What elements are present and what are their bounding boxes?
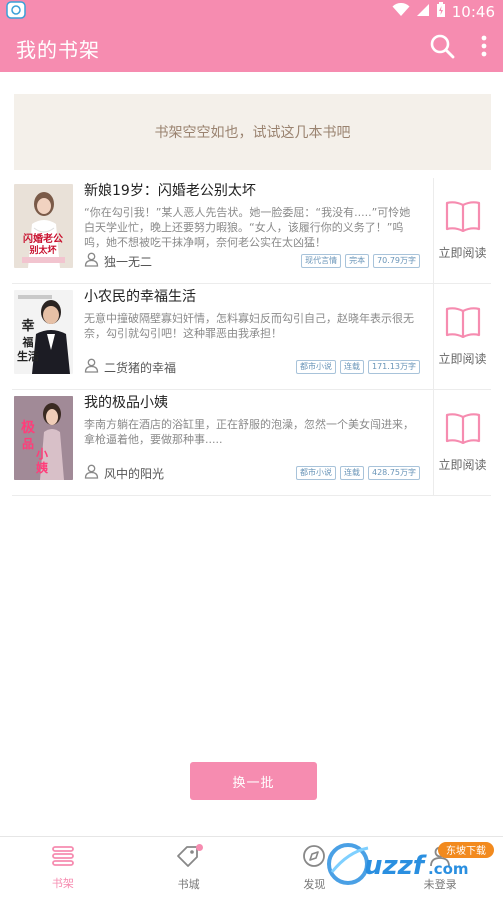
genre-tag: 都市小说 bbox=[296, 466, 336, 480]
more-vert-icon[interactable] bbox=[481, 35, 487, 61]
book-cover[interactable]: 闪婚老公 别太坏 bbox=[14, 184, 73, 268]
book-cover[interactable]: 幸 福 生活 bbox=[14, 290, 73, 374]
notification-dot bbox=[195, 844, 203, 851]
person-icon bbox=[84, 464, 99, 482]
svg-text:.com: .com bbox=[428, 860, 469, 878]
person-icon bbox=[84, 358, 99, 376]
empty-shelf-banner: 书架空空如也，试试这几本书吧 bbox=[14, 94, 491, 170]
store-tag-icon bbox=[175, 844, 203, 872]
read-now-button[interactable]: 立即阅读 bbox=[433, 390, 491, 495]
author-name: 二货猪的幸福 bbox=[104, 360, 177, 375]
list-item[interactable]: 幸 福 生活 小农民的幸福生活 无意中撞破隔壁寡妇奸情，怎料寡妇反而勾引自己，赵… bbox=[12, 284, 491, 390]
book-open-icon bbox=[445, 200, 481, 236]
status-indicators: 10:46 bbox=[392, 2, 495, 22]
read-now-button[interactable]: 立即阅读 bbox=[433, 178, 491, 283]
status-bar: 10:46 bbox=[0, 0, 503, 24]
svg-text:别太坏: 别太坏 bbox=[28, 244, 56, 256]
book-open-icon bbox=[445, 306, 481, 342]
book-open-icon bbox=[445, 412, 481, 448]
status-time: 10:46 bbox=[451, 3, 495, 21]
swap-batch-button[interactable]: 换一批 bbox=[190, 762, 317, 800]
status-tag: 连载 bbox=[340, 360, 364, 374]
svg-text:uzzf: uzzf bbox=[364, 851, 428, 881]
book-title[interactable]: 新娘19岁：闪婚老公别太坏 bbox=[84, 180, 420, 202]
svg-text:闪婚老公: 闪婚老公 bbox=[23, 232, 63, 245]
bookshelf-content: 书架空空如也，试试这几本书吧 闪婚老公 别太坏 新娘19岁：闪婚老公别太坏 “你… bbox=[0, 72, 503, 836]
genre-tag: 都市小说 bbox=[296, 360, 336, 374]
page-title: 我的书架 bbox=[16, 37, 100, 62]
book-title[interactable]: 小农民的幸福生活 bbox=[84, 286, 420, 308]
nav-label-bookstore: 书城 bbox=[177, 878, 200, 891]
book-tags: 都市小说 连载 428.75万字 bbox=[296, 466, 420, 480]
site-watermark-logo: uzzf .com 东坡下载 bbox=[318, 838, 498, 888]
read-now-label: 立即阅读 bbox=[438, 352, 487, 366]
battery-icon bbox=[436, 2, 446, 22]
nav-label-bookshelf: 书架 bbox=[51, 877, 74, 890]
book-description: 无意中撞破隔壁寡妇奸情，怎料寡妇反而勾引自己，赵晓年表示很无奈，勾引就勾引吧！这… bbox=[84, 312, 414, 340]
wordcount-tag: 70.79万字 bbox=[373, 254, 420, 268]
read-now-button[interactable]: 立即阅读 bbox=[433, 284, 491, 389]
bookshelf-icon bbox=[50, 845, 76, 871]
wordcount-tag: 171.13万字 bbox=[368, 360, 420, 374]
svg-text:东坡下载: 东坡下载 bbox=[446, 844, 486, 857]
svg-text:小: 小 bbox=[36, 446, 48, 461]
book-tags: 都市小说 连载 171.13万字 bbox=[296, 360, 420, 374]
status-tag: 完本 bbox=[345, 254, 370, 268]
search-icon[interactable] bbox=[429, 33, 455, 63]
book-author: 独一无二 bbox=[84, 252, 301, 270]
nav-item-bookshelf[interactable]: 书架 bbox=[0, 837, 126, 899]
book-title[interactable]: 我的极品小姨 bbox=[84, 392, 420, 414]
genre-tag: 现代言情 bbox=[301, 254, 342, 268]
book-cover[interactable]: 极 品 小 姨 bbox=[14, 396, 73, 480]
svg-text:福: 福 bbox=[22, 335, 34, 349]
list-item[interactable]: 极 品 小 姨 我的极品小姨 李南方躺在酒店的浴缸里，正在舒服的泡澡，忽然一个美… bbox=[12, 390, 491, 496]
book-author: 二货猪的幸福 bbox=[84, 358, 296, 376]
svg-text:极: 极 bbox=[21, 419, 36, 436]
person-icon bbox=[84, 252, 99, 270]
list-item[interactable]: 闪婚老公 别太坏 新娘19岁：闪婚老公别太坏 “你在勾引我！”某人恶人先告状。她… bbox=[12, 178, 491, 284]
wifi-icon bbox=[392, 2, 410, 21]
book-tags: 现代言情 完本 70.79万字 bbox=[301, 254, 420, 268]
recommended-book-list: 闪婚老公 别太坏 新娘19岁：闪婚老公别太坏 “你在勾引我！”某人恶人先告状。她… bbox=[0, 178, 503, 496]
svg-text:幸: 幸 bbox=[21, 318, 34, 334]
read-now-label: 立即阅读 bbox=[438, 246, 487, 260]
app-icon bbox=[6, 1, 26, 23]
wordcount-tag: 428.75万字 bbox=[368, 466, 420, 480]
status-tag: 连载 bbox=[340, 466, 364, 480]
svg-text:生活: 生活 bbox=[17, 349, 39, 363]
svg-text:姨: 姨 bbox=[36, 460, 49, 475]
read-now-label: 立即阅读 bbox=[438, 458, 487, 472]
signal-icon bbox=[416, 3, 430, 21]
book-author: 风中的阳光 bbox=[84, 464, 296, 482]
author-name: 独一无二 bbox=[104, 254, 153, 269]
svg-text:品: 品 bbox=[22, 437, 34, 451]
book-description: “你在勾引我！”某人恶人先告状。她一脸委屈：“我没有.....”可怜她白天学业忙… bbox=[84, 206, 411, 249]
nav-item-bookstore[interactable]: 书城 bbox=[126, 837, 252, 899]
book-description: 李南方躺在酒店的浴缸里，正在舒服的泡澡，忽然一个美女闯进来，拿枪逼着他，要做那种… bbox=[84, 418, 414, 446]
app-bar: 我的书架 bbox=[0, 24, 503, 72]
author-name: 风中的阳光 bbox=[104, 466, 165, 481]
